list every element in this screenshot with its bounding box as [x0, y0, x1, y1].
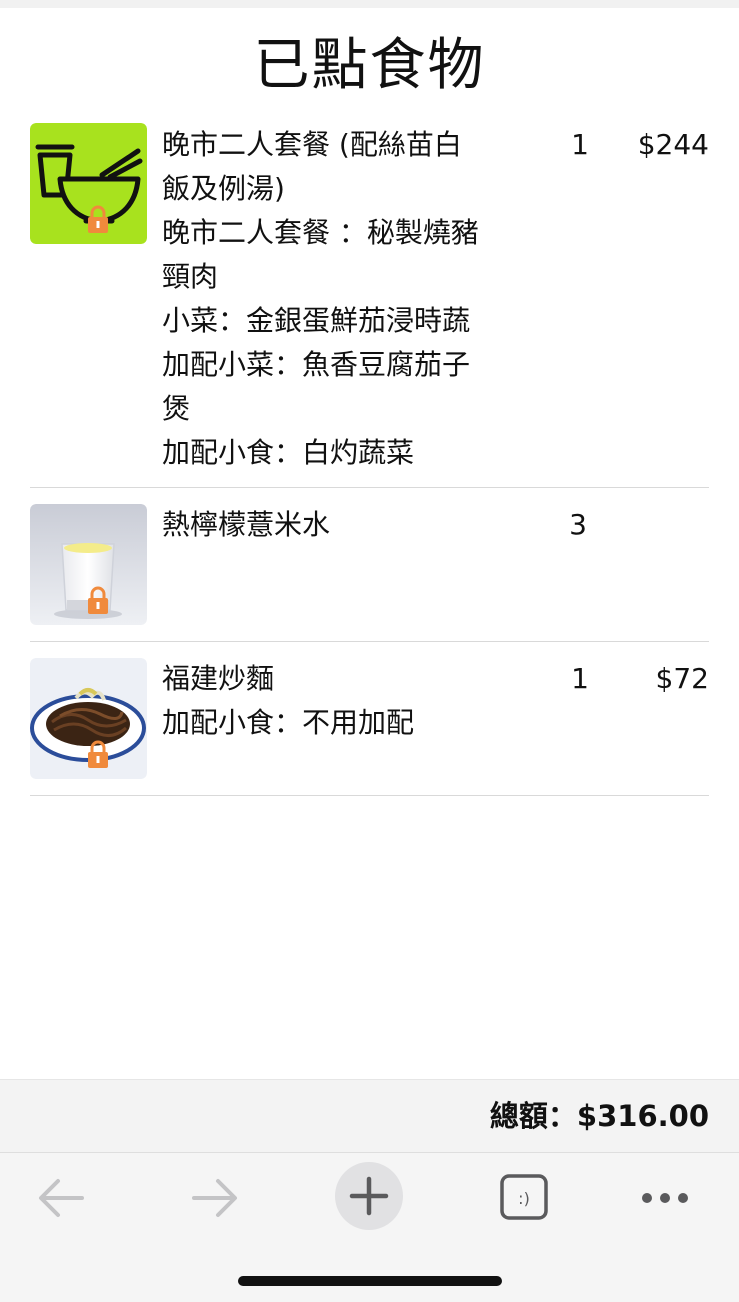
item-name: 福建炒麵	[162, 662, 275, 695]
item-option: 煲	[162, 392, 191, 425]
browser-toolbar: :)	[0, 1153, 739, 1302]
item-option: 晚市二人套餐 ：秘製燒豬	[162, 216, 479, 249]
forward-arrow-icon[interactable]	[180, 1163, 250, 1233]
status-bar-strip	[0, 0, 739, 8]
more-icon[interactable]	[630, 1163, 700, 1233]
item-price: $72	[655, 662, 709, 695]
item-option: 頸肉	[162, 260, 219, 293]
item-quantity: 3	[569, 508, 587, 541]
new-tab-plus-button[interactable]	[334, 1161, 404, 1231]
order-item-fujian-noodles[interactable]: 福建炒麵 加配小食：不用加配 1 $72	[30, 642, 709, 796]
tabs-glyph: :)	[518, 1189, 530, 1208]
total-bar: 總額：$316.00	[0, 1079, 739, 1153]
item-description: 福建炒麵 加配小食：不用加配	[162, 657, 512, 745]
item-description: 熱檸檬薏米水	[162, 503, 512, 547]
order-total: 總額：$316.00	[489, 1099, 709, 1133]
rice-bowl-icon	[30, 123, 147, 244]
order-list: 晚市二人套餐 (配絲苗白 飯及例湯) 晚市二人套餐 ：秘製燒豬 頸肉 小菜：金銀…	[30, 120, 709, 796]
drink-photo	[30, 504, 147, 625]
item-option: 小菜：金銀蛋鮮茄浸時蔬	[162, 304, 471, 337]
tabs-icon[interactable]: :)	[489, 1163, 559, 1233]
home-indicator[interactable]	[238, 1276, 502, 1286]
item-option: 加配小食：白灼蔬菜	[162, 436, 415, 469]
item-name: 熱檸檬薏米水	[162, 508, 331, 541]
item-price: $244	[637, 128, 709, 161]
item-name: 晚市二人套餐 (配絲苗白	[162, 128, 462, 161]
item-option: 加配小菜：魚香豆腐茄子	[162, 348, 471, 381]
order-item-lemon-barley[interactable]: 熱檸檬薏米水 3	[30, 488, 709, 642]
screen: 已點食物 晚市二人套餐 (配絲苗白 飯及例湯) 晚市二人套餐 ：秘製燒豬 頸肉 …	[0, 0, 739, 1302]
page-title: 已點食物	[253, 33, 486, 98]
order-item-set-meal[interactable]: 晚市二人套餐 (配絲苗白 飯及例湯) 晚市二人套餐 ：秘製燒豬 頸肉 小菜：金銀…	[30, 120, 709, 488]
back-arrow-icon[interactable]	[26, 1163, 96, 1233]
item-option: 加配小食：不用加配	[162, 706, 415, 739]
item-description: 晚市二人套餐 (配絲苗白 飯及例湯) 晚市二人套餐 ：秘製燒豬 頸肉 小菜：金銀…	[162, 123, 512, 475]
noodle-photo	[30, 658, 147, 779]
item-name-cont: 飯及例湯)	[162, 172, 285, 205]
